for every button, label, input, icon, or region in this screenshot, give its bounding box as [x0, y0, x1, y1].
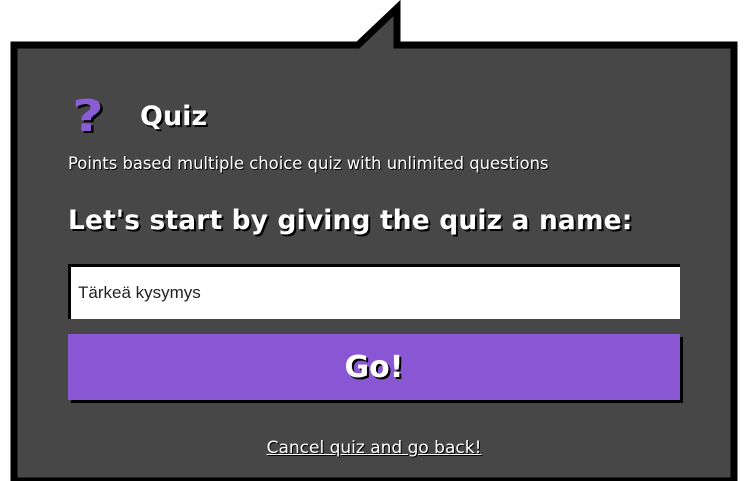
- go-button[interactable]: Go!: [68, 334, 680, 400]
- name-prompt: Let's start by giving the quiz a name:: [68, 205, 633, 236]
- dialog-header: ? Quiz: [68, 92, 207, 142]
- question-mark-icon: ?: [68, 93, 112, 141]
- quiz-dialog: ? Quiz Points based multiple choice quiz…: [68, 0, 682, 481]
- quiz-name-input[interactable]: [68, 264, 680, 319]
- quiz-description: Points based multiple choice quiz with u…: [68, 154, 549, 173]
- cancel-quiz-link[interactable]: Cancel quiz and go back!: [68, 434, 680, 462]
- question-mark-glyph: ?: [72, 91, 104, 142]
- dialog-title: Quiz: [140, 101, 208, 132]
